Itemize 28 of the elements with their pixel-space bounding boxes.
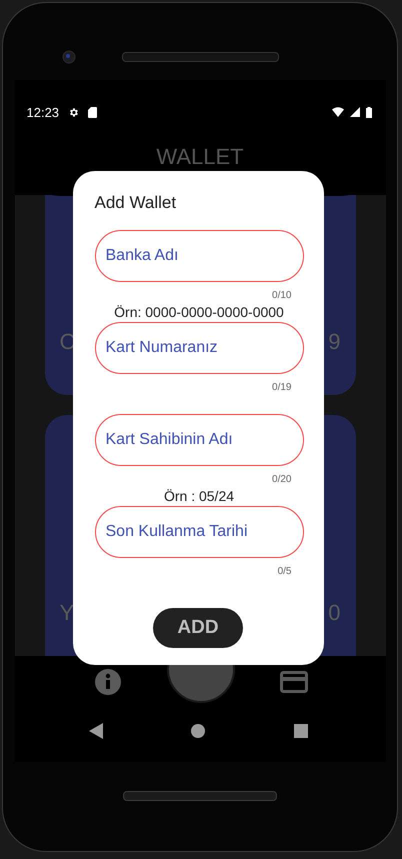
- character-counter: 0/10: [272, 290, 292, 302]
- dialog-title: Add Wallet: [94, 193, 178, 213]
- input-field[interactable]: Son Kullanma Tarihi: [94, 506, 304, 558]
- gear-icon: [68, 106, 80, 118]
- home-icon[interactable]: [191, 724, 205, 738]
- card-text: 0: [328, 600, 340, 626]
- example-hint: Örn : 05/24: [162, 488, 236, 504]
- character-counter: 0/5: [278, 566, 292, 578]
- status-time: 12:23: [26, 104, 60, 120]
- sd-card-icon: [88, 106, 98, 118]
- wifi-icon: [332, 107, 344, 117]
- info-icon[interactable]: [94, 668, 122, 696]
- card-text: 9: [328, 329, 340, 355]
- recents-icon[interactable]: [294, 724, 308, 738]
- example-hint: Örn: 0000-0000-0000-0000: [113, 304, 285, 320]
- character-counter: 0/20: [272, 474, 292, 486]
- battery-icon: [366, 106, 372, 118]
- app-title: WALLET: [155, 144, 245, 170]
- add-button[interactable]: ADD: [153, 608, 243, 648]
- input-field[interactable]: Kart Numaranız: [94, 322, 304, 374]
- credit-card-icon[interactable]: [280, 671, 308, 693]
- back-icon[interactable]: [88, 723, 102, 739]
- input-field[interactable]: Kart Sahibinin Adı: [94, 414, 304, 466]
- input-field[interactable]: Banka Adı: [94, 230, 304, 282]
- camera-icon: [62, 50, 76, 64]
- character-counter: 0/19: [272, 382, 292, 394]
- signal-icon: [350, 107, 360, 117]
- card-text: Y: [60, 600, 74, 626]
